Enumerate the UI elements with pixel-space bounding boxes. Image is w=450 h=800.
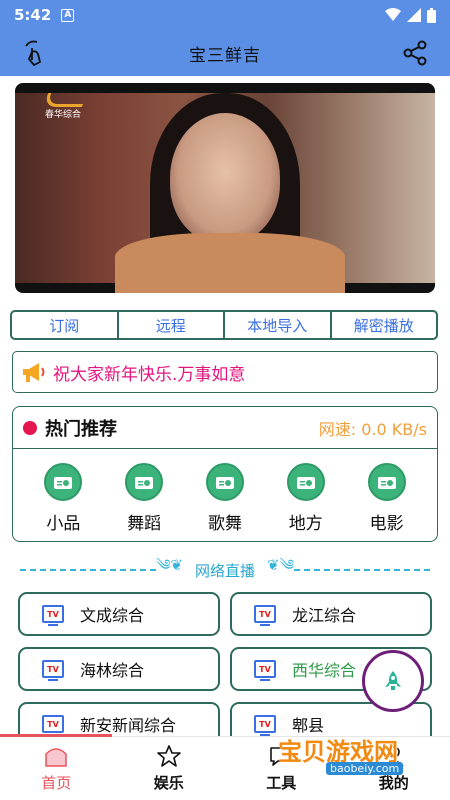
- app-header: 宝三鲜吉: [0, 30, 450, 76]
- floating-rocket-button[interactable]: [362, 650, 424, 712]
- page-title: 宝三鲜吉: [189, 45, 261, 66]
- channel-name: 西华综合: [292, 661, 357, 680]
- radio-icon: [44, 463, 83, 501]
- category-label: 小品: [46, 514, 81, 534]
- tab-decrypt-play[interactable]: 解密播放: [332, 312, 437, 338]
- radio-icon: [286, 463, 325, 501]
- tab-subscribe[interactable]: 订阅: [12, 312, 119, 338]
- signal-icon: [407, 8, 421, 22]
- radio-icon: [367, 463, 406, 501]
- notice-text: 祝大家新年快乐.万事如意: [53, 364, 246, 385]
- video-figure-face: [170, 113, 280, 243]
- wifi-icon: [385, 8, 401, 21]
- channel-logo-text: 春华综合: [45, 110, 82, 120]
- tab-remote[interactable]: 远程: [119, 312, 225, 338]
- tv-icon: TV: [42, 660, 64, 681]
- nav-tools[interactable]: 工具: [225, 737, 338, 800]
- category-item[interactable]: 歌舞: [190, 463, 260, 534]
- video-player[interactable]: 春华综合: [15, 83, 435, 293]
- channel-item[interactable]: TV 海林综合: [18, 647, 220, 691]
- bottom-nav: 首页 娱乐 工具 我的: [0, 734, 450, 800]
- tv-icon: TV: [254, 660, 276, 681]
- radio-icon: [125, 463, 164, 501]
- category-item[interactable]: 电影: [352, 463, 422, 534]
- category-item[interactable]: 舞蹈: [109, 463, 179, 534]
- status-bar: 5:42 A: [0, 0, 450, 30]
- category-label: 舞蹈: [127, 514, 162, 534]
- channel-name: 文成综合: [80, 606, 145, 625]
- rocket-icon: [385, 671, 401, 690]
- notification-a-icon: A: [61, 8, 75, 22]
- category-label: 歌舞: [207, 514, 242, 534]
- category-label: 地方: [288, 514, 323, 534]
- channel-logo: 春华综合: [41, 93, 89, 120]
- chat-icon: [270, 747, 293, 766]
- divider-dash: [20, 569, 157, 571]
- category-label: 电影: [369, 514, 404, 534]
- status-icons: [385, 7, 436, 23]
- category-item[interactable]: 小品: [28, 463, 98, 534]
- net-speed: 网速: 0.0 KB/s: [318, 419, 427, 439]
- megaphone-icon: [23, 363, 45, 382]
- nav-mine[interactable]: 我的: [338, 737, 450, 800]
- section-divider: ༄❦ 网络直播 ❦༄: [20, 556, 431, 582]
- radio-icon: [205, 463, 244, 501]
- nav-label: 我的: [378, 774, 409, 792]
- user-icon: [384, 746, 404, 767]
- category-list: 小品 舞蹈 歌舞 地方 电影: [13, 449, 437, 534]
- tv-icon: TV: [42, 715, 64, 736]
- channel-item[interactable]: TV 文成综合: [18, 592, 220, 636]
- share-icon[interactable]: [402, 40, 428, 66]
- home-icon: [45, 748, 67, 767]
- nav-label: 首页: [41, 774, 72, 792]
- category-item[interactable]: 地方: [271, 463, 341, 534]
- source-tabs: 订阅 远程 本地导入 解密播放: [10, 310, 438, 340]
- nav-label: 工具: [266, 774, 297, 792]
- ornament-icon: ❦༄: [267, 556, 294, 574]
- nav-active-indicator: [0, 734, 112, 737]
- channel-logo-mark: [41, 93, 89, 107]
- tv-icon: TV: [254, 605, 276, 626]
- divider-label: 网络直播: [195, 561, 256, 580]
- nav-home[interactable]: 首页: [0, 737, 113, 800]
- hot-title: 热门推荐: [45, 418, 117, 440]
- status-time: 5:42: [14, 6, 52, 24]
- battery-icon: [427, 7, 436, 23]
- nav-entertainment[interactable]: 娱乐: [113, 737, 226, 800]
- touch-gesture-icon[interactable]: [20, 38, 50, 68]
- channel-name: 郫县: [292, 716, 325, 735]
- star-icon: [156, 745, 181, 767]
- tab-local-import[interactable]: 本地导入: [225, 312, 332, 338]
- channel-name: 龙江综合: [292, 606, 357, 625]
- hot-dot-icon: [23, 420, 37, 435]
- tv-icon: TV: [42, 605, 64, 626]
- nav-label: 娱乐: [153, 774, 184, 792]
- hot-header: 热门推荐 网速: 0.0 KB/s: [13, 407, 437, 449]
- tv-icon: TV: [254, 715, 276, 736]
- channel-name: 海林综合: [80, 661, 145, 680]
- notice-banner: 祝大家新年快乐.万事如意: [12, 351, 438, 393]
- hot-panel: 热门推荐 网速: 0.0 KB/s 小品 舞蹈 歌舞 地方 电影: [12, 406, 438, 542]
- video-figure-shirt: [115, 233, 345, 293]
- divider-dash: [293, 569, 431, 571]
- channel-name: 新安新闻综合: [80, 716, 177, 735]
- channel-item[interactable]: TV 龙江综合: [230, 592, 432, 636]
- ornament-icon: ༄❦: [156, 556, 183, 574]
